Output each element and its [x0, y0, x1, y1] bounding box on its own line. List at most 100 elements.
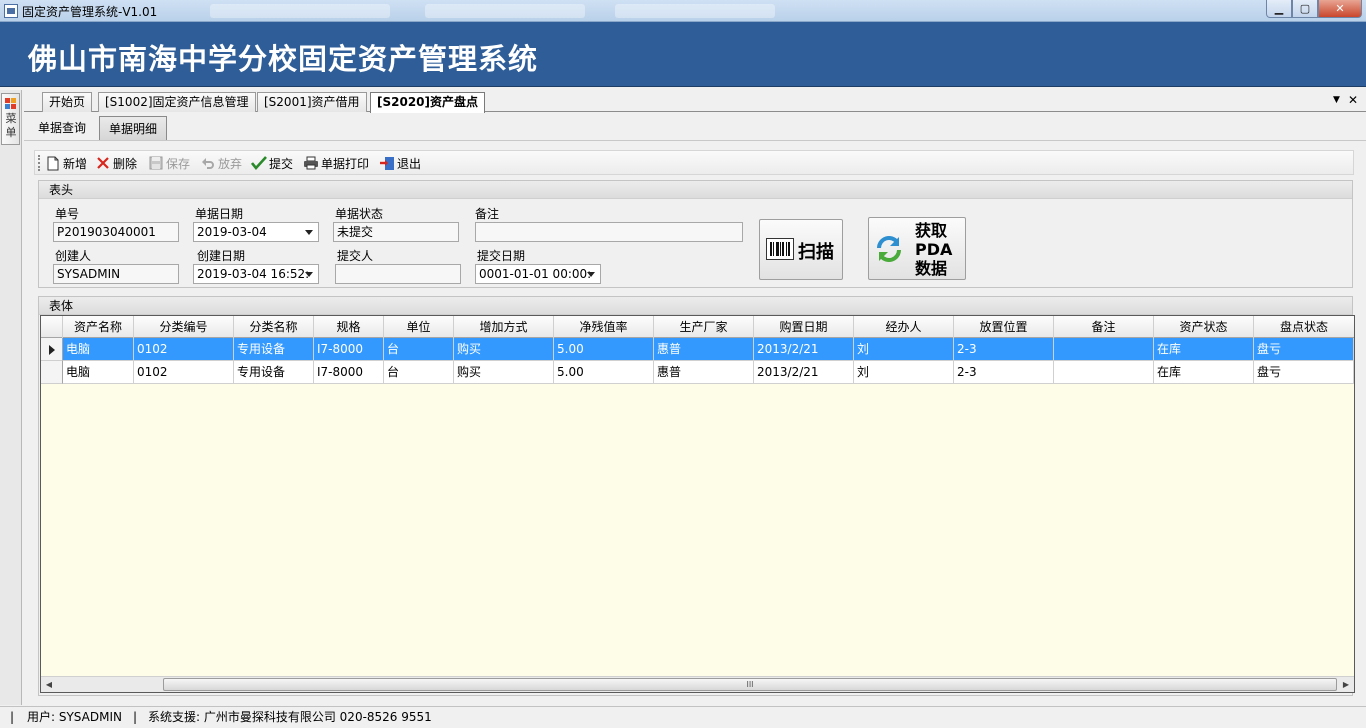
- cell[interactable]: [1054, 338, 1154, 361]
- header-group-title: 表头: [39, 181, 1352, 199]
- creator-label: 创建人: [55, 249, 92, 263]
- close-window-button[interactable]: ✕: [1318, 0, 1362, 18]
- cell[interactable]: 盘亏: [1254, 338, 1354, 361]
- cell[interactable]: 电脑: [63, 338, 134, 361]
- column-header[interactable]: 放置位置: [954, 316, 1054, 338]
- chevron-down-icon[interactable]: [587, 272, 595, 277]
- chevron-down-icon[interactable]: [305, 230, 313, 235]
- status-separator: |: [10, 710, 15, 724]
- column-header[interactable]: 净残值率: [554, 316, 654, 338]
- tab-asset-borrowing[interactable]: [S2001]资产借用: [257, 92, 367, 112]
- create-date-picker[interactable]: 2019-03-04 16:52:: [193, 264, 319, 284]
- submitter-field[interactable]: [335, 264, 461, 284]
- cell[interactable]: 5.00: [554, 338, 654, 361]
- tab-asset-info-management[interactable]: [S1002]固定资产信息管理: [98, 92, 256, 112]
- cell[interactable]: I7-8000: [314, 361, 384, 384]
- cell[interactable]: 台: [384, 338, 454, 361]
- column-header[interactable]: 备注: [1054, 316, 1154, 338]
- cell[interactable]: 专用设备: [234, 361, 314, 384]
- cell[interactable]: 惠普: [654, 361, 754, 384]
- cell[interactable]: 0102: [134, 338, 234, 361]
- column-header[interactable]: 购置日期: [754, 316, 854, 338]
- close-tab-icon[interactable]: ✕: [1348, 93, 1358, 107]
- cell[interactable]: 2013/2/21: [754, 338, 854, 361]
- cell[interactable]: 电脑: [63, 361, 134, 384]
- doc-no-label: 单号: [55, 207, 80, 221]
- scroll-left-icon[interactable]: ◀: [41, 677, 57, 692]
- doc-date-label: 单据日期: [195, 207, 244, 221]
- table-row[interactable]: 电脑 0102 专用设备 I7-8000 台 购买 5.00 惠普 2013/2…: [41, 338, 1354, 361]
- cell[interactable]: 专用设备: [234, 338, 314, 361]
- background-taskbar-tab: [615, 4, 775, 18]
- horizontal-scrollbar[interactable]: ◀ III ▶: [41, 676, 1354, 692]
- column-header[interactable]: 增加方式: [454, 316, 554, 338]
- cell[interactable]: 购买: [454, 338, 554, 361]
- minimize-button[interactable]: ▁: [1266, 0, 1292, 18]
- cell[interactable]: I7-8000: [314, 338, 384, 361]
- app-icon: [4, 4, 18, 18]
- fetch-pda-data-button[interactable]: 获取 PDA 数据: [868, 217, 966, 280]
- doc-status-field[interactable]: 未提交: [333, 222, 459, 242]
- table-row[interactable]: 电脑 0102 专用设备 I7-8000 台 购买 5.00 惠普 2013/2…: [41, 361, 1354, 384]
- column-header[interactable]: 分类编号: [134, 316, 234, 338]
- remark-field[interactable]: [475, 222, 743, 242]
- submit-date-picker[interactable]: 0001-01-01 00:00:: [475, 264, 601, 284]
- tab-start-page[interactable]: 开始页: [42, 92, 93, 112]
- menu-toggle-button[interactable]: 菜单: [1, 93, 20, 145]
- scan-button[interactable]: 扫描: [759, 219, 843, 280]
- submit-button[interactable]: 提交: [251, 154, 293, 172]
- cell[interactable]: 购买: [454, 361, 554, 384]
- column-header[interactable]: 资产状态: [1154, 316, 1254, 338]
- delete-button[interactable]: 删除: [95, 154, 137, 172]
- row-selector[interactable]: [41, 361, 63, 384]
- cell[interactable]: 惠普: [654, 338, 754, 361]
- cell[interactable]: 刘: [854, 361, 954, 384]
- new-document-icon: [45, 155, 61, 171]
- column-header[interactable]: 经办人: [854, 316, 954, 338]
- cell[interactable]: 在库: [1154, 338, 1254, 361]
- column-header[interactable]: 生产厂家: [654, 316, 754, 338]
- toolbar-grip[interactable]: [38, 155, 40, 171]
- save-button[interactable]: 保存: [148, 154, 190, 172]
- row-selector[interactable]: [41, 338, 63, 361]
- barcode-icon: [766, 238, 794, 263]
- discard-button[interactable]: 放弃: [200, 154, 242, 172]
- create-date-label: 创建日期: [197, 249, 246, 263]
- cell[interactable]: 在库: [1154, 361, 1254, 384]
- cell[interactable]: 刘: [854, 338, 954, 361]
- cell[interactable]: [1054, 361, 1154, 384]
- cell[interactable]: 2-3: [954, 361, 1054, 384]
- sub-tab-bar: 单据查询 单据明细: [24, 113, 1366, 141]
- column-header[interactable]: 分类名称: [234, 316, 314, 338]
- save-label: 保存: [166, 156, 191, 171]
- cell[interactable]: 2013/2/21: [754, 361, 854, 384]
- cell[interactable]: 盘亏: [1254, 361, 1354, 384]
- doc-no-field[interactable]: P201903040001: [53, 222, 179, 242]
- doc-date-picker[interactable]: 2019-03-04: [193, 222, 319, 242]
- column-header[interactable]: 规格: [314, 316, 384, 338]
- tab-list-dropdown-icon[interactable]: ▼: [1333, 93, 1340, 107]
- column-header[interactable]: 资产名称: [63, 316, 134, 338]
- cell[interactable]: 2-3: [954, 338, 1054, 361]
- column-header[interactable]: 盘点状态: [1254, 316, 1354, 338]
- print-button[interactable]: 单据打印: [303, 154, 369, 172]
- new-button[interactable]: 新增: [45, 154, 87, 172]
- cell[interactable]: 0102: [134, 361, 234, 384]
- cell[interactable]: 5.00: [554, 361, 654, 384]
- cell[interactable]: 台: [384, 361, 454, 384]
- row-header-corner: [41, 316, 63, 338]
- exit-button[interactable]: 退出: [379, 154, 421, 172]
- scroll-thumb[interactable]: III: [163, 678, 1337, 691]
- tab-document-query[interactable]: 单据查询: [29, 116, 95, 140]
- scroll-right-icon[interactable]: ▶: [1338, 677, 1354, 692]
- tab-asset-inventory[interactable]: [S2020]资产盘点: [370, 92, 486, 113]
- chevron-down-icon[interactable]: [305, 272, 313, 277]
- submit-label: 提交: [269, 156, 294, 171]
- tab-document-detail[interactable]: 单据明细: [99, 116, 168, 140]
- creator-field[interactable]: SYSADMIN: [53, 264, 179, 284]
- column-header[interactable]: 单位: [384, 316, 454, 338]
- maximize-button[interactable]: ▢: [1292, 0, 1318, 18]
- status-user: 用户: SYSADMIN: [27, 710, 122, 724]
- submit-date-value: 0001-01-01 00:00:: [479, 267, 592, 281]
- discard-label: 放弃: [218, 156, 243, 171]
